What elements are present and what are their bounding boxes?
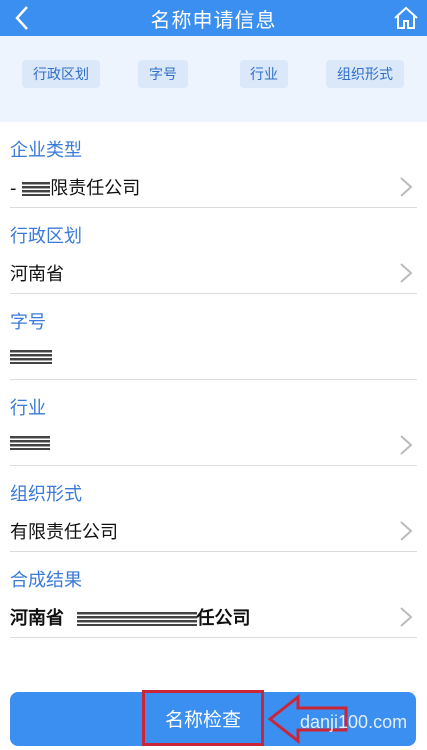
row-industry[interactable]: 行业 (10, 380, 417, 466)
chip-industry[interactable]: 行业 (240, 60, 288, 88)
redacted-text (22, 182, 51, 196)
row-value: - 限责任公司 (10, 178, 141, 199)
redacted-text (76, 612, 197, 626)
chevron-right-icon (400, 607, 413, 627)
chip-brand-name[interactable]: 字号 (138, 60, 188, 88)
row-label: 行政区划 (10, 226, 82, 247)
app-header: 名称申请信息 (0, 0, 427, 36)
row-label: 行业 (10, 398, 46, 419)
row-label: 字号 (10, 312, 46, 333)
row-region[interactable]: 行政区划 河南省 (10, 208, 417, 294)
home-button[interactable] (391, 2, 421, 34)
row-label: 组织形式 (10, 484, 82, 505)
chevron-left-icon (15, 6, 28, 30)
row-brand-name[interactable]: 字号 (10, 294, 417, 380)
row-enterprise-type[interactable]: 企业类型 - 限责任公司 (10, 122, 417, 208)
chevron-right-icon (400, 521, 413, 541)
redacted-text (10, 436, 50, 450)
home-icon (394, 6, 418, 29)
row-label: 企业类型 (10, 140, 82, 161)
row-value (10, 432, 50, 453)
name-components: 行政区划 字号 行业 组织形式 (0, 60, 427, 88)
chevron-right-icon (400, 177, 413, 197)
component-strip: 行政区划 字号 行业 组织形式 (0, 36, 427, 122)
chevron-right-icon (400, 263, 413, 283)
name-check-label[interactable]: 名称检查 (142, 690, 264, 746)
page-title: 名称申请信息 (150, 7, 277, 32)
chevron-right-icon (400, 435, 413, 455)
row-value: 有限责任公司 (10, 522, 118, 543)
chip-region[interactable]: 行政区划 (22, 60, 100, 88)
row-org-form[interactable]: 组织形式 有限责任公司 (10, 466, 417, 552)
row-value (10, 346, 52, 367)
row-value: 河南省 任公司 (10, 608, 251, 629)
row-label: 合成结果 (10, 570, 82, 591)
row-value: 河南省 (10, 264, 64, 285)
watermark: danji100.com (300, 712, 408, 732)
redacted-text (10, 350, 52, 364)
row-combined-result[interactable]: 合成结果 河南省 任公司 (10, 552, 417, 638)
chip-org-form[interactable]: 组织形式 (326, 60, 404, 88)
back-button[interactable] (8, 2, 36, 34)
